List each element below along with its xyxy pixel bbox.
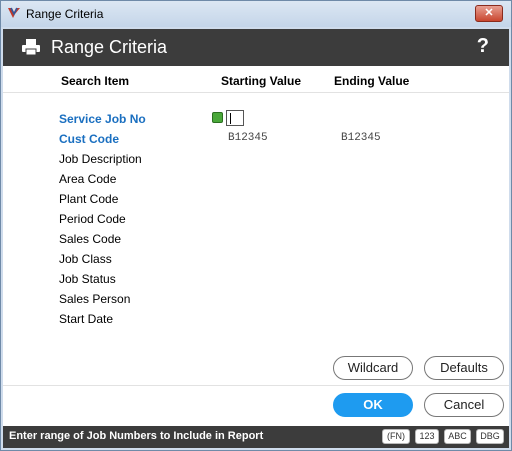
title-bar[interactable]: Range Criteria ✕ — [1, 1, 511, 27]
debug-mode-badge[interactable]: DBG — [476, 429, 504, 444]
row-label-service-job-no[interactable]: Service Job No — [59, 112, 146, 126]
status-bar: Enter range of Job Numbers to Include in… — [3, 426, 509, 448]
service-job-no-start-input[interactable] — [226, 110, 244, 126]
header-divider — [3, 92, 509, 93]
row-label-period-code[interactable]: Period Code — [59, 212, 126, 226]
dialog-header: Range Criteria ? — [3, 29, 509, 66]
row-label-plant-code[interactable]: Plant Code — [59, 192, 118, 206]
cust-code-end-value[interactable]: B12345 — [341, 132, 381, 144]
status-message: Enter range of Job Numbers to Include in… — [9, 430, 264, 442]
ok-button[interactable]: OK — [333, 393, 413, 417]
close-button[interactable]: ✕ — [475, 5, 503, 22]
help-icon[interactable]: ? — [477, 35, 489, 58]
row-label-job-class[interactable]: Job Class — [59, 252, 112, 266]
column-header-starting-value: Starting Value — [221, 74, 302, 88]
criteria-panel: Search Item Starting Value Ending Value … — [3, 66, 509, 426]
printer-icon — [22, 39, 40, 56]
row-label-sales-code[interactable]: Sales Code — [59, 232, 121, 246]
row-label-start-date[interactable]: Start Date — [59, 312, 113, 326]
app-logo-icon — [8, 7, 20, 18]
window-title: Range Criteria — [26, 7, 104, 21]
column-header-ending-value: Ending Value — [334, 74, 410, 88]
row-label-job-description[interactable]: Job Description — [59, 152, 142, 166]
column-header-search-item: Search Item — [61, 74, 130, 88]
button-divider — [3, 385, 509, 386]
alpha-mode-badge[interactable]: ABC — [444, 429, 471, 444]
text-caret — [230, 113, 231, 124]
cust-code-start-value[interactable]: B12345 — [228, 132, 268, 144]
wildcard-button[interactable]: Wildcard — [333, 356, 413, 380]
row-label-area-code[interactable]: Area Code — [59, 172, 116, 186]
numeric-mode-badge[interactable]: 123 — [415, 429, 439, 444]
close-icon: ✕ — [484, 7, 494, 19]
range-criteria-window: Range Criteria ✕ Range Criteria ? Search… — [0, 0, 512, 451]
page-title: Range Criteria — [51, 37, 168, 57]
lookup-arrow-icon[interactable] — [212, 112, 223, 123]
defaults-button[interactable]: Defaults — [424, 356, 504, 380]
cancel-button[interactable]: Cancel — [424, 393, 504, 417]
fn-mode-badge[interactable]: (FN) — [382, 429, 410, 444]
row-label-cust-code[interactable]: Cust Code — [59, 132, 119, 146]
row-label-job-status[interactable]: Job Status — [59, 272, 116, 286]
row-label-sales-person[interactable]: Sales Person — [59, 292, 130, 306]
